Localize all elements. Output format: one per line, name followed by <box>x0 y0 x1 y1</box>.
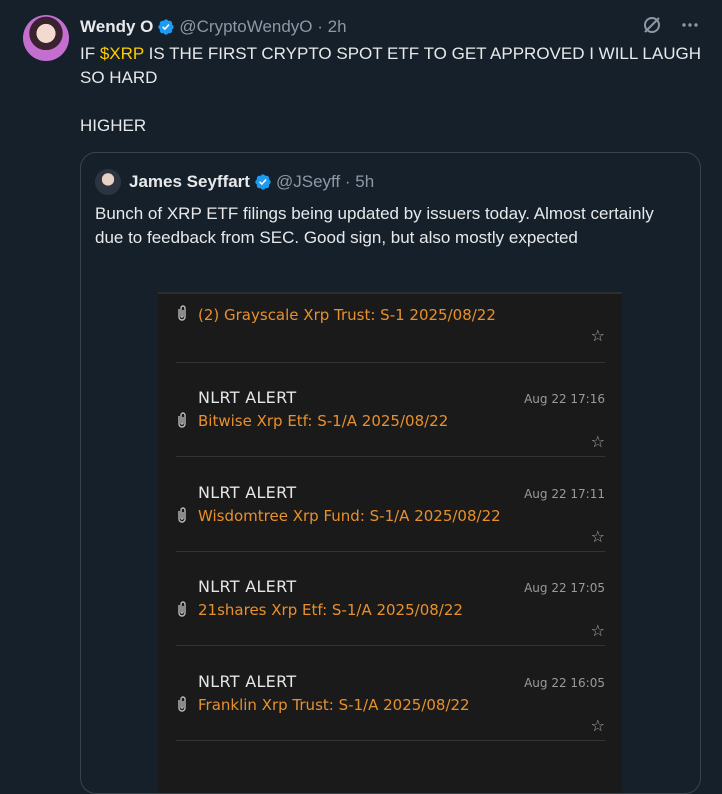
tweet-text-line-2: HIGHER <box>80 116 147 135</box>
attached-image[interactable]: (2) Grayscale Xrp Trust: S-1 2025/08/22 … <box>158 292 622 793</box>
alert-title: NLRT ALERT <box>198 388 297 407</box>
alert-time: Aug 22 17:11 <box>524 487 605 501</box>
star-icon[interactable]: ☆ <box>591 527 605 546</box>
alert-title: NLRT ALERT <box>198 577 297 596</box>
alert-link[interactable]: 21shares Xrp Etf: S-1/A 2025/08/22 <box>198 601 463 619</box>
alert-link[interactable]: (2) Grayscale Xrp Trust: S-1 2025/08/22 <box>198 306 496 324</box>
quote-author: James Seyffart @JSeyff · 5h <box>95 169 374 195</box>
tweet-text-post: IS THE FIRST CRYPTO SPOT ETF TO GET APPR… <box>80 44 702 87</box>
author-avatar[interactable] <box>23 15 69 61</box>
quote-avatar[interactable] <box>95 169 121 195</box>
verified-badge-icon <box>158 19 175 35</box>
alert-title: NLRT ALERT <box>198 483 297 502</box>
tweet-author: Wendy O @CryptoWendyO · 2h <box>80 16 347 38</box>
paperclip-icon <box>178 507 186 523</box>
star-icon[interactable]: ☆ <box>591 432 605 451</box>
paperclip-icon <box>178 412 186 428</box>
star-icon[interactable]: ☆ <box>591 716 605 735</box>
alert-item: NLRT ALERT Aug 22 17:11 Wisdomtree Xrp F… <box>176 457 605 552</box>
paperclip-icon <box>178 601 186 617</box>
quoted-tweet[interactable]: James Seyffart @JSeyff · 5h Bunch of XRP… <box>80 152 701 794</box>
alert-link[interactable]: Wisdomtree Xrp Fund: S-1/A 2025/08/22 <box>198 507 501 525</box>
tweet-text-pre: IF <box>80 44 100 63</box>
alert-link[interactable]: Bitwise Xrp Etf: S-1/A 2025/08/22 <box>198 412 448 430</box>
alert-link[interactable]: Franklin Xrp Trust: S-1/A 2025/08/22 <box>198 696 470 714</box>
author-name[interactable]: Wendy O <box>80 17 153 37</box>
quote-author-name[interactable]: James Seyffart <box>129 172 250 192</box>
cashtag-link[interactable]: $XRP <box>100 44 144 63</box>
alert-time: Aug 22 16:05 <box>524 676 605 690</box>
grok-icon[interactable] <box>642 15 662 40</box>
alert-item: NLRT ALERT Aug 22 17:16 Bitwise Xrp Etf:… <box>176 362 605 457</box>
alert-item: NLRT ALERT Aug 22 17:05 21shares Xrp Etf… <box>176 551 605 646</box>
alert-time: Aug 22 17:05 <box>524 581 605 595</box>
alert-time: Aug 22 17:16 <box>524 392 605 406</box>
tweet-actions-top <box>642 15 700 40</box>
quote-handle-time[interactable]: @JSeyff · 5h <box>276 172 374 192</box>
quote-text: Bunch of XRP ETF filings being updated b… <box>95 204 654 247</box>
star-icon[interactable]: ☆ <box>591 621 605 640</box>
alert-item: (2) Grayscale Xrp Trust: S-1 2025/08/22 … <box>176 294 605 363</box>
paperclip-icon <box>178 696 186 712</box>
verified-badge-icon <box>255 174 271 190</box>
paperclip-icon <box>178 305 186 321</box>
alert-item: NLRT ALERT Aug 22 16:05 Franklin Xrp Tru… <box>176 646 605 741</box>
star-icon[interactable]: ☆ <box>591 326 605 345</box>
tweet-text: IF $XRP IS THE FIRST CRYPTO SPOT ETF TO … <box>80 42 710 138</box>
author-handle-time[interactable]: @CryptoWendyO · 2h <box>179 17 346 37</box>
alert-title: NLRT ALERT <box>198 672 297 691</box>
more-icon[interactable] <box>680 15 700 40</box>
